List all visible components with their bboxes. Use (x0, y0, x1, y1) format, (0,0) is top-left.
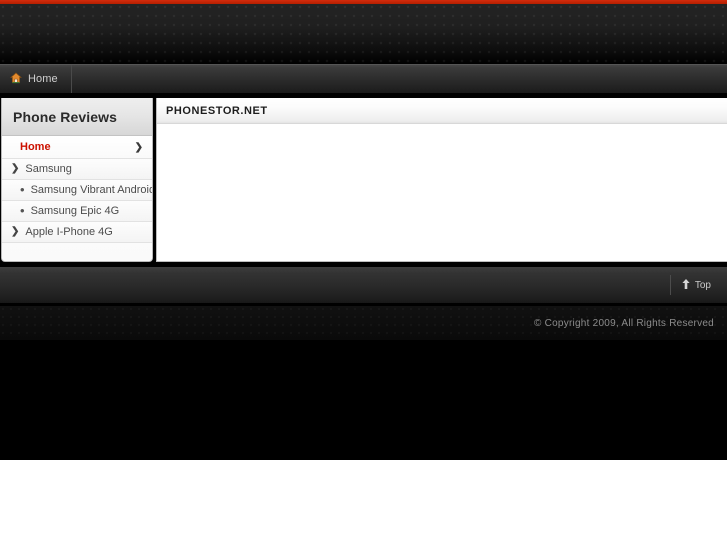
copyright-bar: © Copyright 2009, All Rights Reserved (0, 306, 727, 340)
sidebar-item-label: Home (20, 141, 51, 153)
sidebar: Phone Reviews Home ❯ ❯ Samsung • Samsung… (1, 98, 153, 262)
sidebar-item-home[interactable]: Home ❯ (2, 136, 152, 159)
sidebar-item-label: Samsung (25, 163, 72, 175)
content-row: Phone Reviews Home ❯ ❯ Samsung • Samsung… (0, 98, 727, 264)
sidebar-item-samsung[interactable]: ❯ Samsung (2, 159, 152, 180)
chevron-right-icon: ❯ (134, 141, 143, 153)
copyright-text: © Copyright 2009, All Rights Reserved (533, 317, 714, 329)
main-content-body (157, 124, 727, 261)
chevron-right-icon: ❯ (11, 163, 20, 174)
page-root: Home Phone Reviews Home ❯ ❯ Samsung • Sa… (0, 0, 727, 545)
main-navbar: Home (0, 64, 727, 94)
back-to-top-label: Top (694, 279, 711, 291)
sidebar-item-samsung-vibrant-android[interactable]: • Samsung Vibrant Android (2, 180, 152, 201)
page-title: PHONESTOR.NET (157, 98, 727, 124)
home-icon (10, 72, 22, 87)
footer-bar: Top (0, 266, 727, 304)
sidebar-filler (2, 243, 152, 261)
sidebar-item-label: Apple I-Phone 4G (25, 226, 113, 238)
chevron-right-icon: ❯ (11, 226, 20, 237)
sidebar-item-samsung-epic-4g[interactable]: • Samsung Epic 4G (2, 201, 152, 222)
sidebar-item-apple-iphone-4g[interactable]: ❯ Apple I-Phone 4G (2, 222, 152, 243)
bullet-icon: • (20, 202, 25, 218)
sidebar-title: Phone Reviews (2, 98, 152, 136)
sidebar-menu: Home ❯ ❯ Samsung • Samsung Vibrant Andro… (2, 136, 152, 243)
sidebar-item-label: Samsung Vibrant Android (30, 184, 153, 196)
sidebar-item-label: Samsung Epic 4G (30, 205, 120, 217)
site-header-band (0, 4, 727, 64)
page-bottom-whitespace (0, 460, 727, 545)
arrow-up-icon (682, 278, 690, 292)
navbar-item-home[interactable]: Home (0, 65, 72, 93)
bullet-icon: • (20, 181, 25, 197)
back-to-top-link[interactable]: Top (669, 275, 721, 295)
navbar-item-label: Home (28, 73, 58, 85)
main-content-panel: PHONESTOR.NET (156, 98, 727, 262)
